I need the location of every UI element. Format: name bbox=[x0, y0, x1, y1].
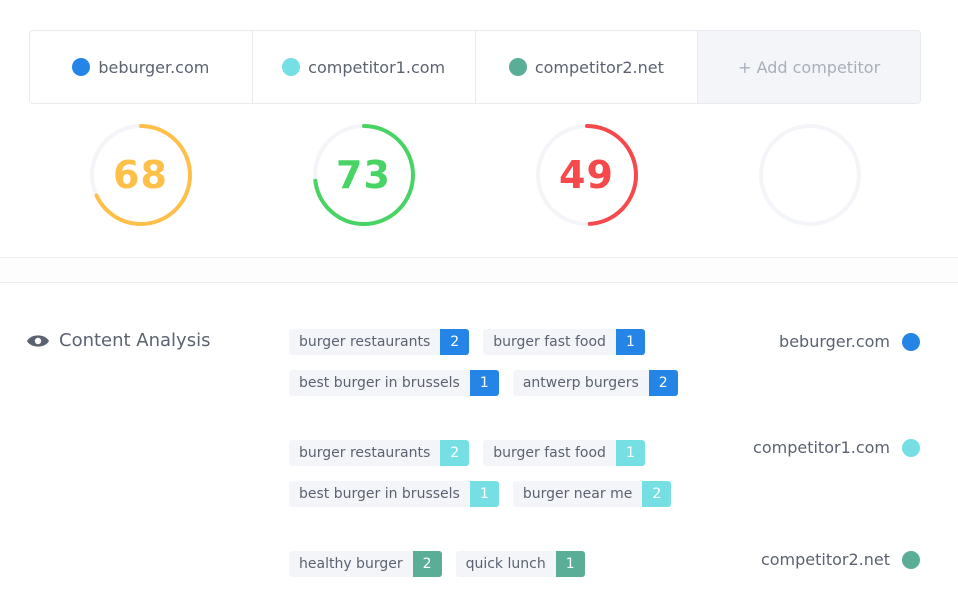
score-gauge-2: 49 bbox=[475, 120, 698, 230]
group-site-label: beburger.com bbox=[779, 332, 920, 351]
keyword-label: quick lunch bbox=[465, 556, 546, 572]
add-competitor-button[interactable]: + Add competitor bbox=[698, 31, 920, 103]
keyword-count-badge: 1 bbox=[615, 440, 645, 466]
tab-competitor-2[interactable]: competitor2.net bbox=[476, 31, 699, 103]
keyword-label: burger fast food bbox=[493, 445, 606, 461]
score-gauges: 68 73 49 bbox=[29, 120, 921, 230]
gauge-track bbox=[758, 124, 861, 226]
color-dot-icon bbox=[902, 332, 920, 351]
eye-icon bbox=[27, 334, 49, 347]
section-title: Content Analysis bbox=[59, 330, 211, 351]
tab-label: competitor1.com bbox=[308, 57, 446, 77]
score-value: 73 bbox=[336, 153, 391, 197]
site-name: beburger.com bbox=[779, 332, 890, 351]
gauge-ring bbox=[758, 124, 861, 226]
group-site-label: competitor2.net bbox=[761, 550, 920, 569]
keyword-count-badge: 2 bbox=[642, 481, 672, 507]
group-site-label: competitor1.com bbox=[753, 438, 920, 457]
keyword-chip[interactable]: burger fast food 1 bbox=[483, 329, 645, 355]
competitor-tabs: beburger.com competitor1.com competitor2… bbox=[29, 30, 921, 104]
keyword-label: antwerp burgers bbox=[522, 375, 639, 391]
keyword-label: burger restaurants bbox=[299, 334, 431, 350]
tab-label: competitor2.net bbox=[534, 57, 664, 77]
keyword-chip[interactable]: burger restaurants 2 bbox=[289, 440, 470, 466]
keyword-count-badge: 1 bbox=[615, 329, 645, 355]
keyword-row: best burger in brussels 1 burger near me 2 bbox=[289, 481, 929, 507]
color-dot-icon bbox=[282, 58, 301, 76]
keyword-chip[interactable]: best burger in brussels 1 bbox=[289, 481, 499, 507]
tab-competitor-1[interactable]: competitor1.com bbox=[253, 31, 476, 103]
site-name: competitor2.net bbox=[760, 550, 890, 569]
keyword-chip[interactable]: antwerp burgers 2 bbox=[512, 370, 678, 396]
keyword-label: best burger in brussels bbox=[299, 375, 460, 391]
tab-label: beburger.com bbox=[98, 57, 210, 77]
keyword-count-badge: 1 bbox=[469, 481, 499, 507]
keyword-count-badge: 1 bbox=[469, 370, 499, 396]
keyword-count-badge: 2 bbox=[412, 551, 442, 577]
keyword-count-badge: 2 bbox=[440, 329, 470, 355]
keyword-label: burger fast food bbox=[493, 334, 606, 350]
color-dot-icon bbox=[902, 550, 920, 569]
color-dot-icon bbox=[508, 58, 527, 76]
keyword-label: burger restaurants bbox=[299, 445, 431, 461]
score-value: 49 bbox=[559, 153, 614, 197]
keyword-chip[interactable]: burger restaurants 2 bbox=[289, 329, 470, 355]
keyword-chip[interactable]: best burger in brussels 1 bbox=[289, 370, 499, 396]
tab-competitor-0[interactable]: beburger.com bbox=[30, 31, 253, 103]
keyword-count-badge: 1 bbox=[555, 551, 585, 577]
keyword-count-badge: 2 bbox=[648, 370, 678, 396]
site-name: competitor1.com bbox=[753, 438, 890, 457]
keyword-count-badge: 2 bbox=[440, 440, 470, 466]
color-dot-icon bbox=[72, 58, 91, 76]
score-gauge-0: 68 bbox=[29, 120, 252, 230]
keyword-label: best burger in brussels bbox=[299, 486, 460, 502]
keyword-chip[interactable]: burger near me 2 bbox=[512, 481, 672, 507]
keyword-chip[interactable]: quick lunch 1 bbox=[455, 551, 585, 577]
section-divider bbox=[0, 257, 958, 283]
keyword-chip[interactable]: healthy burger 2 bbox=[289, 551, 442, 577]
content-analysis-heading: Content Analysis bbox=[26, 330, 210, 351]
keyword-row: best burger in brussels 1 antwerp burgers 2 bbox=[289, 370, 929, 396]
keyword-label: burger near me bbox=[522, 486, 633, 502]
score-gauge-1: 73 bbox=[252, 120, 475, 230]
keyword-chip[interactable]: burger fast food 1 bbox=[483, 440, 645, 466]
score-gauge-empty bbox=[698, 120, 921, 230]
score-value: 68 bbox=[113, 153, 168, 197]
keyword-label: healthy burger bbox=[299, 556, 403, 572]
color-dot-icon bbox=[902, 438, 920, 457]
